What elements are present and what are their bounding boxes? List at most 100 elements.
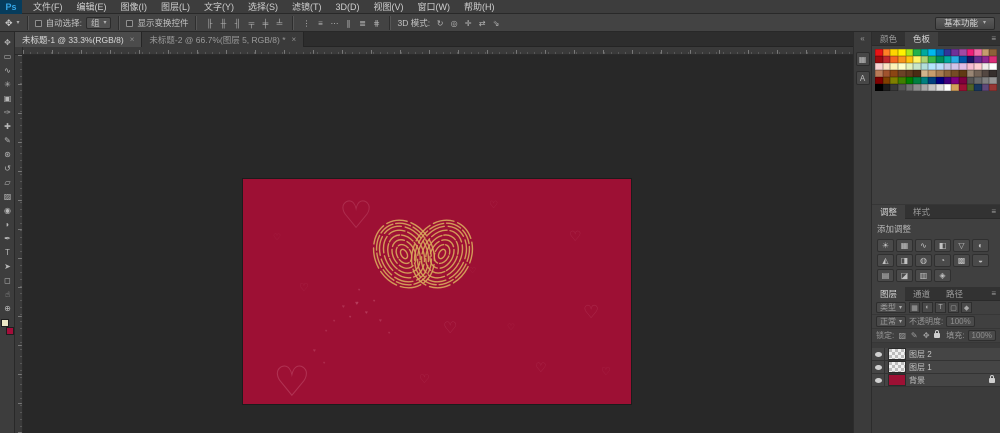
color-swatch[interactable] <box>890 77 898 84</box>
threshold-icon[interactable]: ◪ <box>896 269 913 282</box>
color-swatch[interactable] <box>906 56 914 63</box>
color-swatch[interactable] <box>890 70 898 77</box>
color-swatch[interactable] <box>944 56 952 63</box>
blend-mode-dropdown[interactable]: 正常 ▾ <box>876 316 906 327</box>
menu-item[interactable]: 选择(S) <box>241 0 285 14</box>
color-swatch[interactable] <box>921 49 929 56</box>
artwork[interactable]: ♡♡♡♡♡♡♡♡♡♡♡♡♡♡♥♥♥♥♥♥♥♥♥♥♥♥ <box>243 179 631 404</box>
color-swatch[interactable] <box>913 84 921 91</box>
color-swatch[interactable] <box>906 70 914 77</box>
color-swatch[interactable] <box>921 84 929 91</box>
color-swatch[interactable] <box>928 49 936 56</box>
tab-close-icon[interactable]: × <box>292 35 297 44</box>
3d-slide-icon[interactable]: ⇄ <box>476 17 488 29</box>
color-swatch[interactable] <box>951 49 959 56</box>
align-bottom-edges-icon[interactable]: ╧ <box>273 17 285 29</box>
color-swatch[interactable] <box>974 77 982 84</box>
photo-filter-icon[interactable]: ◍ <box>915 254 932 267</box>
color-swatch[interactable] <box>898 77 906 84</box>
color-swatch[interactable] <box>936 63 944 70</box>
filter-type-layers-icon[interactable]: T <box>935 302 946 313</box>
color-swatch[interactable] <box>989 84 997 91</box>
color-swatch[interactable] <box>913 56 921 63</box>
layer-row[interactable]: 背景 <box>872 374 1000 387</box>
color-swatch[interactable] <box>989 56 997 63</box>
layer-filter-dropdown[interactable]: 类型 ▾ <box>876 302 906 313</box>
distribute-horizontal-centers-icon[interactable]: ≣ <box>356 17 368 29</box>
foreground-color-swatch[interactable] <box>1 319 9 327</box>
color-swatch[interactable] <box>967 84 975 91</box>
color-swatch[interactable] <box>875 77 883 84</box>
color-swatch[interactable] <box>906 84 914 91</box>
layer-row[interactable]: 图层 1 <box>872 361 1000 374</box>
color-swatch[interactable] <box>883 70 891 77</box>
brightness-contrast-icon[interactable]: ☀ <box>877 239 894 252</box>
color-swatch[interactable] <box>875 84 883 91</box>
3d-roll-icon[interactable]: ◎ <box>448 17 460 29</box>
character-panel-icon[interactable]: A <box>856 71 870 85</box>
color-swatch[interactable] <box>967 49 975 56</box>
opacity-value[interactable]: 100% <box>946 316 974 327</box>
color-swatch[interactable] <box>974 70 982 77</box>
gradient-tool[interactable]: ▨ <box>1 189 14 203</box>
color-swatch[interactable] <box>974 84 982 91</box>
menu-item[interactable]: 文件(F) <box>26 0 70 14</box>
color-swatch[interactable] <box>921 56 929 63</box>
color-swatch[interactable] <box>936 49 944 56</box>
tab-close-icon[interactable]: × <box>130 35 135 44</box>
history-brush-tool[interactable]: ↺ <box>1 161 14 175</box>
color-swatch[interactable] <box>883 84 891 91</box>
healing-brush-tool[interactable]: ✚ <box>1 119 14 133</box>
invert-icon[interactable]: ◒ <box>972 254 989 267</box>
document-tab[interactable]: 未标题-2 @ 66.7%(图层 5, RGB/8) * × <box>142 32 304 47</box>
color-swatch[interactable] <box>944 84 952 91</box>
type-tool[interactable]: T <box>1 245 14 259</box>
color-swatch[interactable] <box>906 49 914 56</box>
panel-menu-icon[interactable]: ≡ <box>987 32 1000 46</box>
distribute-top-icon[interactable]: ⋮ <box>300 17 312 29</box>
color-swatch[interactable] <box>875 70 883 77</box>
panel-tab[interactable]: 图层 <box>872 287 905 301</box>
color-swatch[interactable] <box>898 56 906 63</box>
color-swatch[interactable] <box>959 77 967 84</box>
color-swatch[interactable] <box>951 84 959 91</box>
color-swatch[interactable] <box>883 49 891 56</box>
color-swatch[interactable] <box>921 63 929 70</box>
color-swatch[interactable] <box>898 70 906 77</box>
3d-scale-icon[interactable]: ⇘ <box>490 17 502 29</box>
hand-tool[interactable]: ☝ <box>1 287 14 301</box>
color-swatch[interactable] <box>982 70 990 77</box>
color-swatch[interactable] <box>913 63 921 70</box>
color-swatch[interactable] <box>928 84 936 91</box>
filter-shape-layers-icon[interactable]: ▢ <box>948 302 959 313</box>
lock-position-icon[interactable]: ✥ <box>921 331 931 340</box>
color-swatch[interactable] <box>936 56 944 63</box>
color-swatch[interactable] <box>936 77 944 84</box>
distribute-right-icon[interactable]: ⋕ <box>370 17 382 29</box>
fill-value[interactable]: 100% <box>968 330 996 341</box>
selective-color-icon[interactable]: ◈ <box>934 269 951 282</box>
panel-tab[interactable]: 样式 <box>905 205 938 219</box>
lock-pixels-icon[interactable]: ✎ <box>909 331 919 340</box>
panel-menu-icon[interactable]: ≡ <box>987 205 1000 219</box>
color-swatch[interactable] <box>906 77 914 84</box>
color-swatch[interactable] <box>890 56 898 63</box>
background-color-swatch[interactable] <box>6 327 14 335</box>
hue-saturation-icon[interactable]: ◐ <box>972 239 989 252</box>
clone-stamp-tool[interactable]: ⊛ <box>1 147 14 161</box>
3d-pan-icon[interactable]: ✛ <box>462 17 474 29</box>
color-lookup-icon[interactable]: ▩ <box>953 254 970 267</box>
color-swatch[interactable] <box>875 56 883 63</box>
move-tool[interactable]: ✥ <box>1 35 14 49</box>
color-swatch[interactable] <box>974 56 982 63</box>
color-swatch[interactable] <box>913 49 921 56</box>
auto-select-checkbox[interactable] <box>35 20 42 27</box>
filter-smart-objects-icon[interactable]: ◆ <box>961 302 972 313</box>
canvas[interactable]: ♡♡♡♡♡♡♡♡♡♡♡♡♡♡♥♥♥♥♥♥♥♥♥♥♥♥ <box>23 55 853 433</box>
menu-item[interactable]: 视图(V) <box>367 0 411 14</box>
color-swatch[interactable] <box>989 49 997 56</box>
color-swatch[interactable] <box>944 49 952 56</box>
align-right-edges-icon[interactable]: ╢ <box>231 17 243 29</box>
filter-pixel-layers-icon[interactable]: ▦ <box>909 302 920 313</box>
lock-all-icon[interactable] <box>934 333 940 338</box>
